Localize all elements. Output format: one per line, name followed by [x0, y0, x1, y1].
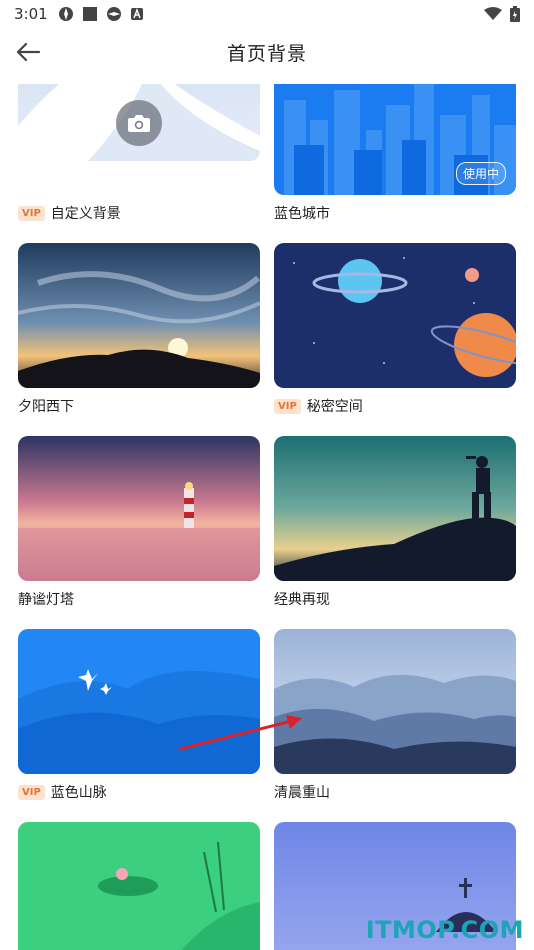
- camera-button[interactable]: [116, 100, 162, 146]
- vip-badge: VIP: [18, 784, 45, 800]
- camera-icon: [128, 115, 150, 132]
- caption-row-custom: VIP 自定义背景: [18, 195, 260, 231]
- bg-thumb-secret-space[interactable]: [274, 243, 516, 388]
- bg-thumb-green-pond[interactable]: [18, 822, 260, 950]
- red-arrow-annotation: [178, 715, 302, 751]
- watermark-text: ITMOP.COM: [365, 916, 524, 944]
- bg-label: 秘密空间: [306, 399, 363, 415]
- caption-row-blue-city: 蓝色城市: [274, 195, 516, 231]
- battery-icon: [510, 6, 520, 22]
- status-time: 3:01: [14, 5, 48, 23]
- bg-label: 清晨重山: [274, 785, 330, 801]
- bg-label: 经典再现: [274, 592, 330, 608]
- bg-label: 静谧灯塔: [18, 592, 74, 608]
- vip-badge: VIP: [18, 205, 45, 221]
- bg-label: 自定义背景: [50, 206, 121, 222]
- bg-label: 夕阳西下: [18, 399, 74, 415]
- wifi-icon: [484, 7, 502, 20]
- a-notification-icon: [130, 8, 143, 20]
- app-bar: 首页背景: [0, 28, 534, 76]
- status-bar: 3:01: [0, 0, 534, 28]
- bg-label: 蓝色山脉: [50, 785, 107, 801]
- bg-card-classic[interactable]: 经典再现: [274, 436, 516, 617]
- bg-card-sunset[interactable]: 夕阳西下: [18, 243, 260, 424]
- bg-thumb-classic[interactable]: [274, 436, 516, 581]
- background-grid: 使用中 VIP 自定义背景 蓝色城市 夕阳西下 VIP 秘密空间 静谧灯塔 经典…: [0, 84, 534, 950]
- bg-label: 蓝色城市: [274, 206, 330, 222]
- page-title: 首页背景: [226, 42, 307, 65]
- bg-card-green-pond[interactable]: [18, 822, 260, 950]
- back-button[interactable]: [12, 36, 44, 68]
- bg-thumb-sunset[interactable]: [18, 243, 260, 388]
- bg-card-secret-space[interactable]: VIP 秘密空间: [274, 243, 516, 424]
- square-notification-icon: [82, 7, 97, 21]
- bg-thumb-lighthouse[interactable]: [18, 436, 260, 581]
- app-notification-icon: [58, 7, 73, 21]
- app-notification-icon-2: [106, 7, 121, 21]
- arrow-left-icon: [16, 42, 41, 62]
- in-use-badge: 使用中: [455, 162, 506, 185]
- bg-card-lighthouse[interactable]: 静谧灯塔: [18, 436, 260, 617]
- vip-badge: VIP: [274, 398, 301, 414]
- bg-thumb-blue-city[interactable]: 使用中: [274, 84, 516, 195]
